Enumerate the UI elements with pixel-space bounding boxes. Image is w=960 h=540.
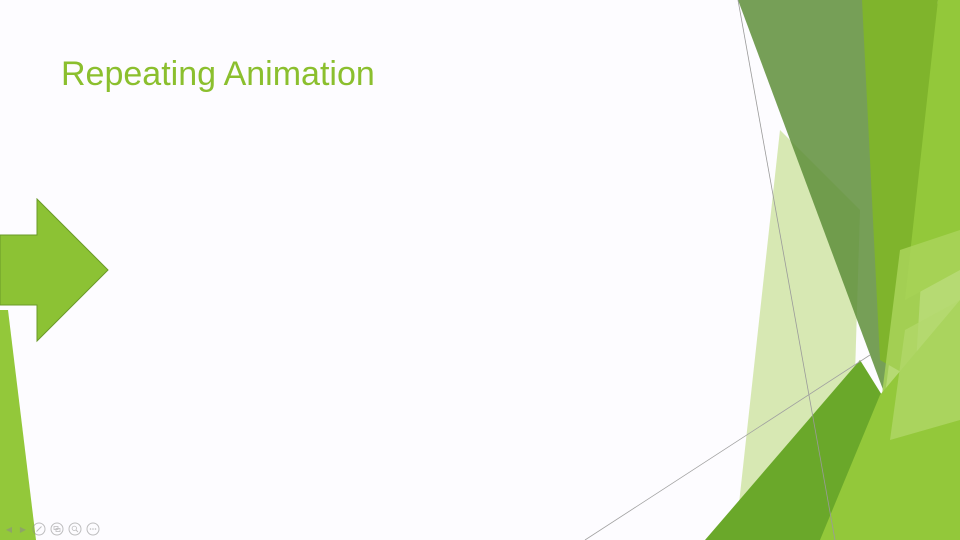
right-arrow-shape <box>0 198 109 343</box>
slides-icon[interactable] <box>50 522 64 536</box>
left-edge-shape <box>0 310 36 540</box>
pen-icon[interactable] <box>32 522 46 536</box>
more-icon[interactable] <box>86 522 100 536</box>
next-icon[interactable]: ▶ <box>18 522 28 536</box>
slide-title: Repeating Animation <box>61 55 375 93</box>
slideshow-toolbar: ◀ ▶ <box>4 521 100 537</box>
previous-icon[interactable]: ◀ <box>4 522 14 536</box>
zoom-icon[interactable] <box>68 522 82 536</box>
slide: Repeating Animation ◀ ▶ <box>0 0 960 540</box>
